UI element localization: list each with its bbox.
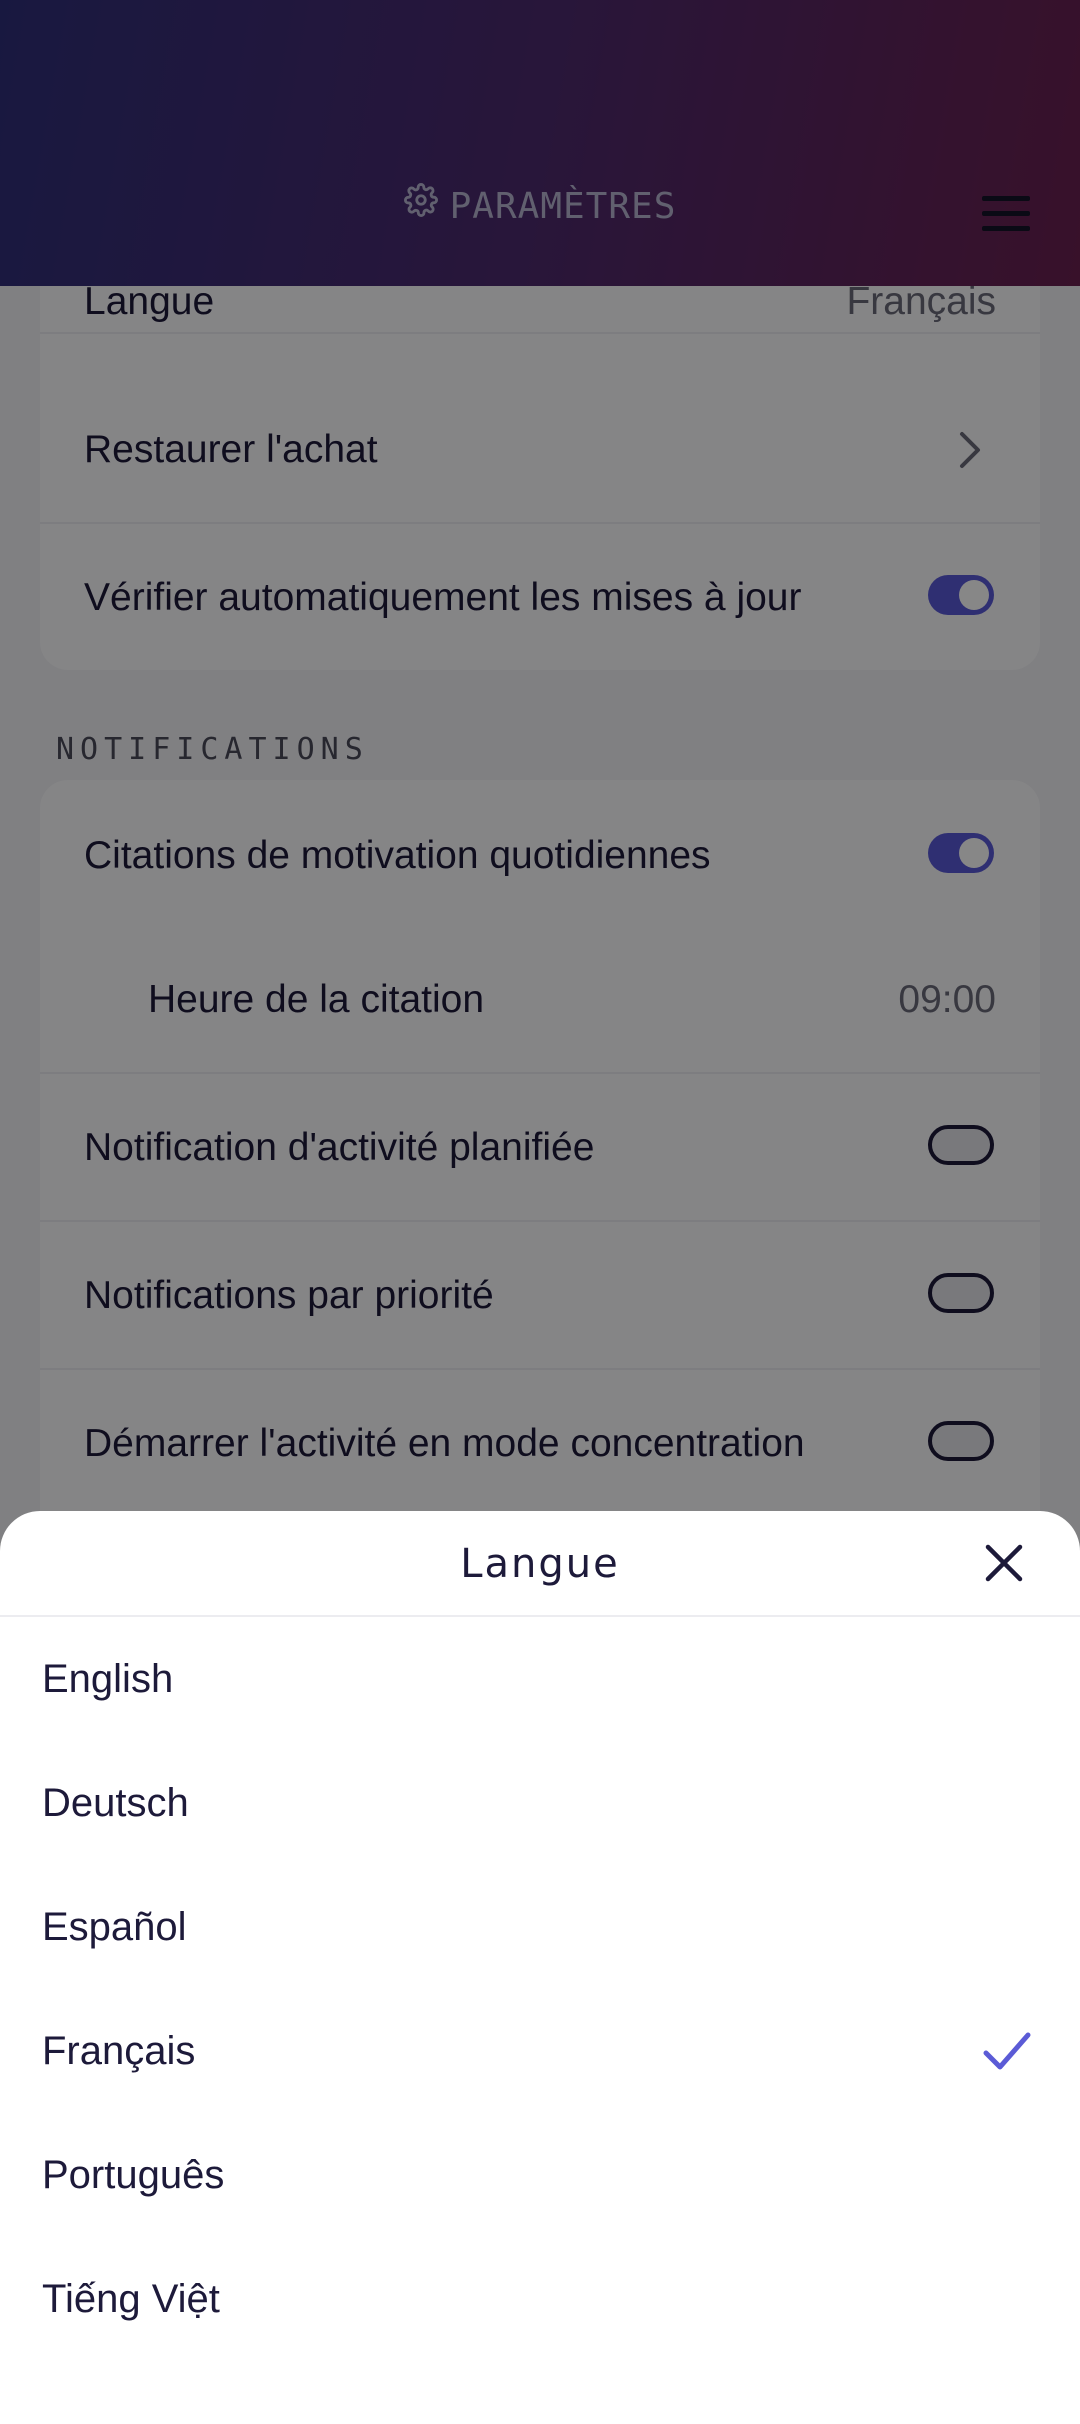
menu-icon[interactable] (982, 196, 1030, 236)
scheduled-activity-row: Notification d'activité planifiée (40, 1074, 1040, 1222)
language-option-portugues[interactable]: Português (0, 2113, 1080, 2237)
daily-quotes-row: Citations de motivation quotidiennes (40, 780, 1040, 928)
daily-quotes-toggle[interactable] (928, 833, 994, 873)
language-option-label: Deutsch (42, 1781, 189, 1825)
page-title: PARAMÈTRES (0, 182, 1080, 230)
language-option-label: English (42, 1657, 174, 1701)
close-icon[interactable] (982, 1541, 1026, 1585)
focus-mode-row: Démarrer l'activité en mode concentratio… (40, 1370, 1040, 1518)
language-option-label: Français (42, 2029, 196, 2073)
quote-time-value: 09:00 (898, 978, 996, 1021)
scheduled-activity-label: Notification d'activité planifiée (84, 1126, 595, 1169)
focus-mode-toggle[interactable] (928, 1421, 994, 1461)
quote-time-label: Heure de la citation (148, 978, 485, 1021)
focus-mode-label: Démarrer l'activité en mode concentratio… (84, 1422, 805, 1465)
app-header: PARAMÈTRES (0, 0, 1080, 286)
notifications-card: Citations de motivation quotidiennes Heu… (40, 780, 1040, 1580)
scheduled-activity-toggle[interactable] (928, 1125, 994, 1165)
priority-notifications-toggle[interactable] (928, 1273, 994, 1313)
auto-update-row: Vérifier automatiquement les mises à jou… (40, 524, 1040, 670)
restore-purchase-row[interactable]: Restaurer l'achat (40, 376, 1040, 524)
sheet-header: Langue (0, 1511, 1080, 1617)
language-option-francais[interactable]: Français (0, 1989, 1080, 2113)
daily-quotes-label: Citations de motivation quotidiennes (84, 834, 711, 877)
auto-update-label: Vérifier automatiquement les mises à jou… (84, 576, 802, 619)
language-option-english[interactable]: English (0, 1617, 1080, 1741)
page-title-text: PARAMÈTRES (449, 186, 677, 227)
notifications-section-title: NOTIFICATIONS (56, 732, 369, 767)
checkmark-icon (982, 2029, 1032, 2078)
language-option-label: Tiếng Việt (42, 2277, 220, 2321)
restore-purchase-label: Restaurer l'achat (84, 428, 378, 471)
sheet-title: Langue (460, 1541, 620, 1587)
auto-update-toggle[interactable] (928, 575, 994, 615)
priority-notifications-row: Notifications par priorité (40, 1222, 1040, 1370)
language-option-espanol[interactable]: Español (0, 1865, 1080, 1989)
language-option-deutsch[interactable]: Deutsch (0, 1741, 1080, 1865)
language-option-tieng-viet[interactable]: Tiếng Việt (0, 2237, 1080, 2361)
priority-notifications-label: Notifications par priorité (84, 1274, 494, 1317)
chevron-right-icon (958, 430, 982, 475)
quote-time-row[interactable]: Heure de la citation 09:00 (40, 926, 1040, 1074)
language-sheet: Langue English Deutsch Español Français … (0, 1511, 1080, 2424)
language-option-label: Español (42, 1905, 187, 1949)
language-option-label: Português (42, 2153, 225, 2197)
gear-icon (403, 182, 438, 226)
